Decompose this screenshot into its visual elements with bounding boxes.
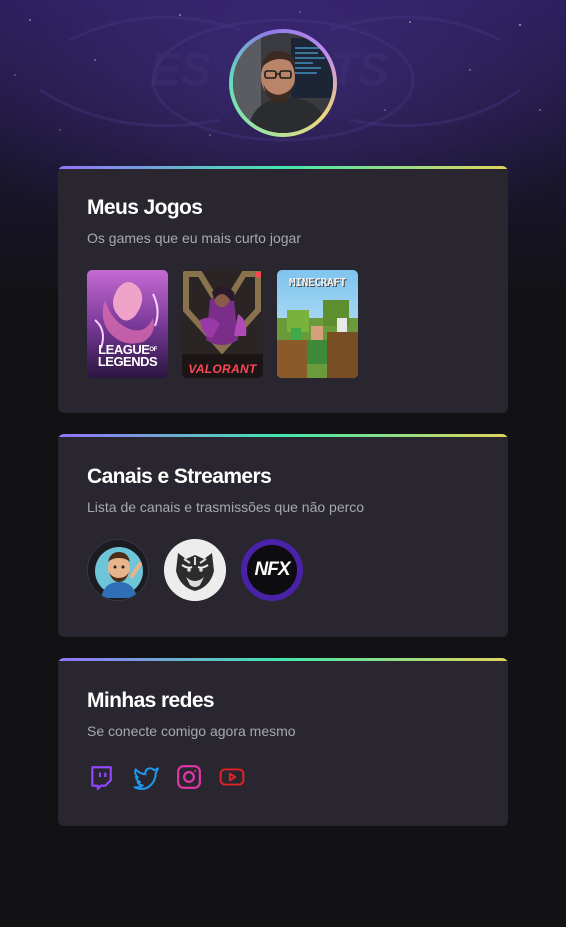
game-valorant-label: VALORANT: [188, 362, 257, 376]
svg-text:ES: ES: [150, 43, 212, 95]
game-minecraft-label: MINECRAFT: [289, 276, 346, 289]
streamers-card: Canais e Streamers Lista de canais e tra…: [58, 434, 508, 637]
games-subtitle: Os games que eu mais curto jogar: [87, 230, 301, 246]
social-card: Minhas redes Se conecte comigo agora mes…: [58, 658, 508, 826]
streamers-title: Canais e Streamers: [87, 465, 272, 488]
games-card: Meus Jogos Os games que eu mais curto jo…: [58, 166, 508, 413]
svg-text:TS: TS: [330, 43, 389, 95]
game-minecraft[interactable]: MINECRAFT: [277, 270, 358, 378]
profile-avatar-ring: [229, 29, 337, 137]
streamers-subtitle: Lista de canais e trasmissões que não pe…: [87, 499, 365, 515]
game-lol-of: OF: [149, 347, 157, 353]
streamer-nfx-logo[interactable]: NFX: [241, 539, 303, 601]
streamer-cartoon-avatar[interactable]: [87, 539, 149, 601]
game-valorant[interactable]: VALORANT: [182, 270, 263, 378]
game-lol-line2: LEGENDS: [97, 354, 158, 369]
game-league-of-legends[interactable]: LEAGUEOF LEGENDS: [87, 270, 168, 378]
streamer-nfx-text: NFX: [254, 559, 291, 580]
streamer-tiger-avatar[interactable]: [164, 539, 226, 601]
profile-avatar: [233, 33, 333, 133]
games-title: Meus Jogos: [87, 196, 203, 219]
twitch-icon[interactable]: [88, 764, 114, 790]
social-title: Minhas redes: [87, 689, 215, 712]
twitter-icon[interactable]: [133, 764, 159, 790]
social-subtitle: Se conecte comigo agora mesmo: [87, 723, 296, 739]
youtube-icon[interactable]: [218, 764, 245, 790]
instagram-icon[interactable]: [176, 764, 202, 790]
